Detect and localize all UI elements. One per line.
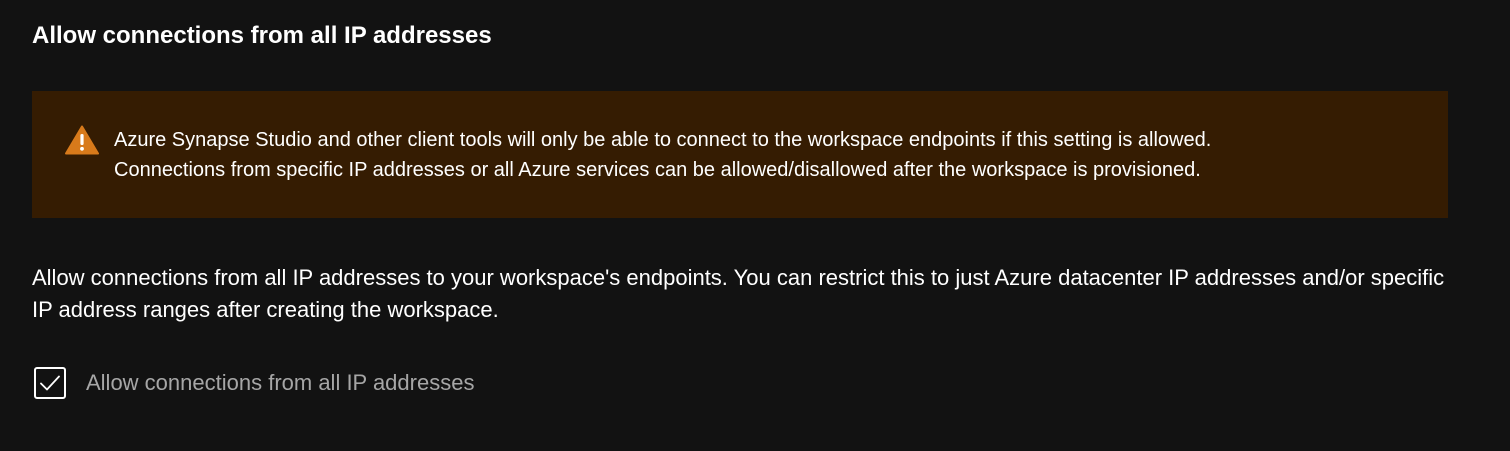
description-text: Allow connections from all IP addresses … (32, 265, 1445, 322)
allow-all-ip-checkbox[interactable] (34, 367, 66, 399)
allow-all-ip-checkbox-label[interactable]: Allow connections from all IP addresses (86, 367, 474, 399)
warning-message: Azure Synapse Studio and other client to… (114, 125, 1434, 185)
section-title: Allow connections from all IP addresses (32, 22, 492, 49)
warning-line-1: Azure Synapse Studio and other client to… (114, 129, 1212, 151)
warning-triangle-icon (65, 125, 99, 155)
allow-all-ip-checkbox-row[interactable]: Allow connections from all IP addresses (34, 365, 474, 401)
warning-line-2: Connections from specific IP addresses o… (114, 159, 1201, 181)
networking-settings-panel: Allow connections from all IP addresses … (0, 0, 1510, 451)
checkmark-icon (40, 375, 60, 391)
warning-banner: Azure Synapse Studio and other client to… (32, 91, 1448, 218)
